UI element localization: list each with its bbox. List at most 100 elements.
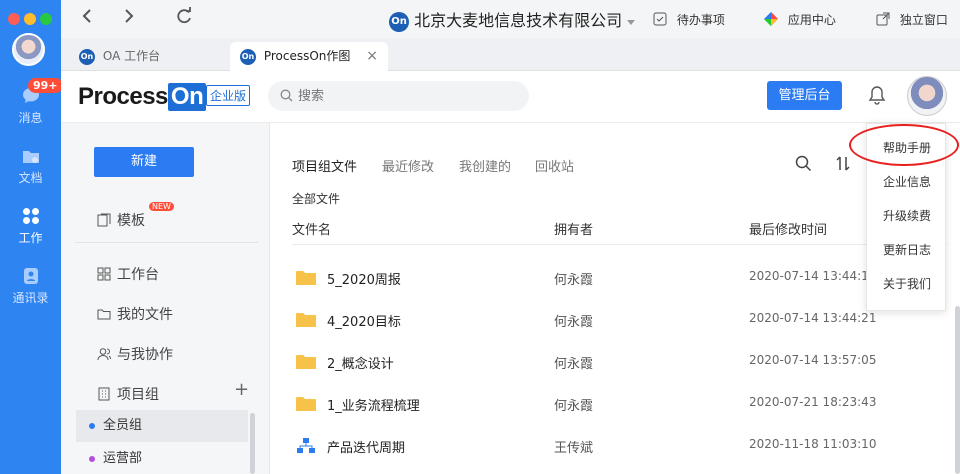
bell-icon[interactable]: [868, 85, 886, 105]
rail-item-contacts[interactable]: 通讯录: [0, 266, 61, 306]
breadcrumb[interactable]: 全部文件: [292, 190, 340, 207]
tab-bar: On OA 工作台 On ProcessOn作图 ×: [61, 38, 960, 71]
maximize-window-button[interactable]: [40, 13, 52, 25]
file-name: 5_2020周报: [327, 273, 401, 288]
file-modified: 2020-07-14 13:57:05: [749, 353, 877, 367]
sidebar-item-groups[interactable]: 项目组: [97, 384, 159, 404]
title-bar: On 北京大麦地信息技术有限公司 待办事项 应用中心 独立窗口: [61, 0, 960, 38]
close-window-button[interactable]: [8, 13, 20, 25]
sidebar: 新建 模板 NEW 工作台 我的文件 与我协作 项目组 + 全员组 运营部: [61, 123, 270, 474]
sidebar-item-template[interactable]: 模板 NEW: [97, 202, 174, 230]
sidebar-item-my-files[interactable]: 我的文件: [97, 304, 173, 324]
table-row[interactable]: 1_业务流程梳理 何永霞 2020-07-21 18:23:43: [292, 382, 947, 424]
template-icon: [97, 213, 111, 227]
tab-recent[interactable]: 最近修改: [382, 156, 434, 175]
standalone-label: 独立窗口: [899, 13, 948, 27]
app-header: ProcessOn 企业版 管理后台: [61, 71, 960, 123]
grid-icon: [22, 208, 39, 224]
sidebar-item-label: 模板: [117, 213, 145, 229]
new-button[interactable]: 新建: [94, 147, 194, 177]
menu-item-about[interactable]: 关于我们: [867, 275, 947, 292]
avatar[interactable]: [12, 33, 45, 66]
user-avatar[interactable]: [907, 76, 947, 116]
add-group-button[interactable]: +: [234, 379, 249, 400]
group-dot: [89, 423, 95, 429]
file-name: 产品迭代周期: [327, 441, 406, 456]
app-center-icon: [764, 12, 778, 26]
admin-console-button[interactable]: 管理后台: [767, 81, 842, 110]
company-logo: On: [389, 11, 409, 32]
chevron-right-icon: [125, 9, 134, 23]
search-icon[interactable]: [795, 155, 812, 172]
tab-processon[interactable]: On ProcessOn作图 ×: [230, 42, 388, 71]
search-input[interactable]: [298, 86, 518, 106]
close-tab-icon[interactable]: ×: [366, 42, 378, 71]
sidebar-item-label: 项目组: [117, 387, 159, 403]
checkbox-icon: [653, 12, 667, 26]
todo-link[interactable]: 待办事项: [653, 11, 725, 28]
file-modified: 2020-07-14 13:44:21: [749, 311, 877, 325]
tab-trash[interactable]: 回收站: [535, 156, 574, 175]
menu-item-changelog[interactable]: 更新日志: [867, 241, 947, 258]
users-icon: [97, 348, 111, 361]
folder-docs-icon: [22, 151, 39, 163]
company-name: 北京大麦地信息技术有限公司: [414, 11, 623, 30]
minimize-window-button[interactable]: [24, 13, 36, 25]
sidebar-item-collab[interactable]: 与我协作: [97, 344, 173, 364]
table-row[interactable]: 5_2020周报 何永霞 2020-07-14 13:44:13: [292, 256, 947, 298]
column-header-name[interactable]: 文件名: [292, 219, 331, 238]
left-rail: 消息 99+ 文档 工作 通讯录: [0, 0, 63, 474]
search-box[interactable]: [268, 81, 529, 111]
rail-item-work[interactable]: 工作: [0, 206, 61, 246]
tab-label: ProcessOn作图: [263, 49, 351, 63]
sidebar-item-label: 工作台: [117, 267, 159, 283]
sidebar-scrollbar[interactable]: [250, 413, 255, 474]
app-window: 消息 99+ 文档 工作 通讯录 On 北京大麦地信息技术有限公司 待办事项 应…: [0, 0, 960, 474]
sidebar-item-label: 与我协作: [117, 347, 173, 363]
tab-oa-workspace[interactable]: On OA 工作台: [69, 42, 229, 71]
file-name: 4_2020目标: [327, 315, 401, 330]
external-window-icon: [876, 12, 890, 26]
rail-item-label: 工作: [18, 231, 43, 245]
app-center-link[interactable]: 应用中心: [764, 11, 836, 28]
column-header-owner[interactable]: 拥有者: [554, 219, 593, 238]
sidebar-item-workspace[interactable]: 工作台: [97, 264, 159, 284]
oa-logo: On: [79, 48, 95, 65]
group-item[interactable]: 运营部: [76, 443, 248, 474]
group-item[interactable]: 全员组: [76, 410, 248, 442]
menu-item-upgrade[interactable]: 升级续费: [867, 207, 947, 224]
tab-group-files[interactable]: 项目组文件: [292, 156, 357, 175]
sidebar-item-label: 我的文件: [117, 307, 173, 323]
new-tag: NEW: [149, 202, 174, 211]
highlight-circle: [849, 124, 959, 166]
table-row[interactable]: 4_2020目标 何永霞 2020-07-14 13:44:21: [292, 298, 947, 340]
header-divider: [292, 244, 947, 245]
table-row[interactable]: 产品迭代周期 王传斌 2020-11-18 11:03:10: [292, 424, 947, 466]
chevron-left-icon: [82, 9, 91, 23]
column-header-modified[interactable]: 最后修改时间: [749, 219, 827, 238]
rail-item-docs[interactable]: 文档: [0, 146, 61, 186]
main-scrollbar[interactable]: [955, 306, 960, 474]
group-dot: [89, 456, 95, 462]
file-modified: 2020-07-14 13:44:13: [749, 269, 877, 283]
folder-icon: [296, 313, 316, 327]
tab-created-by-me[interactable]: 我创建的: [459, 156, 511, 175]
folder-icon: [296, 271, 316, 285]
forward-button[interactable]: [123, 6, 135, 31]
menu-item-company-info[interactable]: 企业信息: [867, 173, 947, 190]
standalone-window-link[interactable]: 独立窗口: [876, 11, 948, 28]
folder-icon: [97, 309, 111, 320]
file-modified: 2020-11-18 11:03:10: [749, 437, 877, 451]
company-switcher[interactable]: On 北京大麦地信息技术有限公司: [389, 7, 636, 32]
refresh-icon: [177, 7, 191, 24]
file-owner: 何永霞: [554, 399, 594, 414]
sort-icon[interactable]: [836, 155, 850, 172]
tab-label: OA 工作台: [102, 49, 161, 63]
processon-brand-logo[interactable]: Process On: [78, 83, 207, 111]
refresh-button[interactable]: [175, 6, 193, 31]
processon-logo: On: [240, 48, 256, 65]
table-row[interactable]: 2_概念设计 何永霞 2020-07-14 13:57:05: [292, 340, 947, 382]
unread-badge: 99+: [28, 78, 63, 93]
rail-item-label: 消息: [18, 111, 43, 125]
back-button[interactable]: [81, 6, 93, 31]
